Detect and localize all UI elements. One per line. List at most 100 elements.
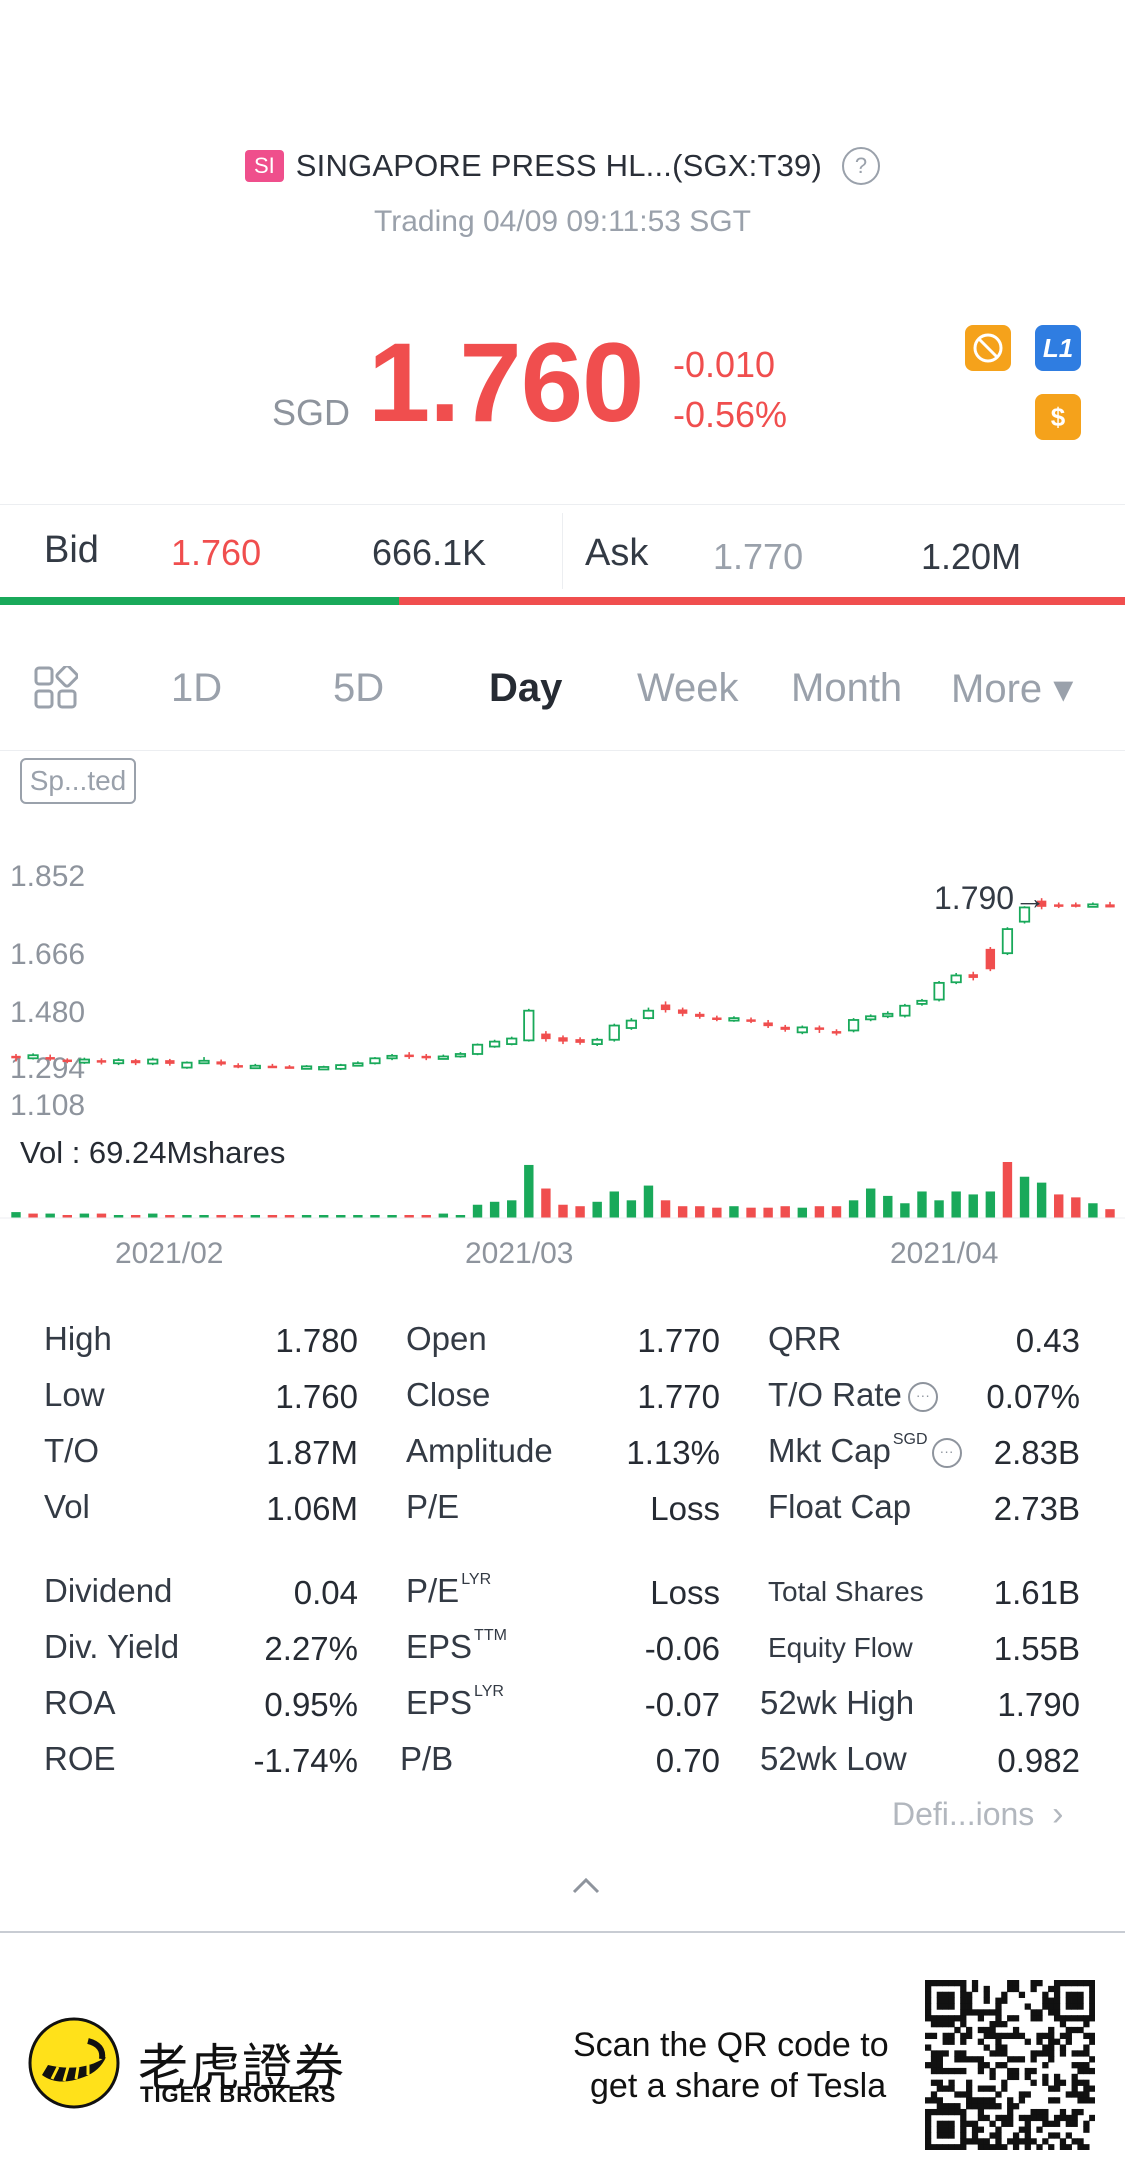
stat-label: EPS TTM — [406, 1627, 507, 1666]
candle-body — [541, 1033, 551, 1040]
volume-bar — [780, 1206, 790, 1218]
stat-superscript: TTM — [474, 1627, 507, 1644]
qr-module — [989, 2097, 996, 2104]
qr-module — [960, 2003, 967, 2010]
qr-module — [930, 1980, 938, 1987]
qr-module — [977, 2144, 985, 2150]
candle-body — [814, 1027, 825, 1030]
candle-body — [96, 1060, 107, 1063]
qr-module — [936, 2062, 943, 2069]
qr-module — [925, 2009, 932, 2016]
qr-module — [977, 2038, 985, 2045]
candle-body — [404, 1054, 414, 1058]
volume-bar — [524, 1164, 534, 1218]
qr-module — [983, 2144, 990, 2150]
level1-badge[interactable]: L1 — [1035, 325, 1081, 371]
qr-module — [1036, 2038, 1043, 2045]
qr-module — [1036, 2114, 1043, 2122]
qr-module — [930, 2144, 938, 2150]
qr-module — [1018, 2091, 1026, 2098]
info-dots-icon[interactable]: ··· — [931, 1438, 962, 1469]
qr-module — [971, 2120, 979, 2127]
help-icon[interactable]: ? — [842, 147, 881, 185]
qr-module — [1036, 2009, 1043, 2016]
qr-module — [942, 2126, 949, 2133]
volume-bar — [968, 1194, 978, 1218]
qr-module — [1077, 1980, 1084, 1987]
bid-ask-divider — [562, 513, 563, 589]
qr-module — [971, 2009, 979, 2016]
stat-label: High — [44, 1320, 112, 1358]
qr-module — [1036, 2108, 1043, 2116]
tab-more[interactable]: More ▾ — [951, 666, 1073, 712]
qr-module — [1071, 2079, 1078, 2086]
volume-bar — [609, 1191, 619, 1218]
qr-module — [977, 2067, 985, 2075]
info-dots-icon[interactable]: ··· — [907, 1382, 938, 1413]
chevron-up-icon[interactable] — [568, 1868, 604, 1904]
last-price: 1.760 — [368, 320, 644, 445]
qr-module — [942, 2103, 949, 2110]
qr-module — [977, 2056, 985, 2063]
volume-bar — [831, 1206, 842, 1218]
qr-module — [995, 2062, 1002, 2069]
bid-ask-panel[interactable]: Bid 1.760 666.1K Ask 1.770 1.20M — [0, 505, 1125, 597]
qr-module — [942, 2085, 949, 2092]
tiger-logo-icon — [28, 2017, 120, 2109]
qr-module — [936, 1997, 943, 2004]
stat-label-text: Amplitude — [406, 1432, 553, 1469]
qr-module — [960, 2032, 967, 2040]
qr-module — [936, 1980, 943, 1987]
stat-label: QRR — [768, 1320, 841, 1358]
stat-superscript: LYR — [474, 1683, 504, 1700]
qr-module — [954, 2144, 961, 2150]
stat-value: 0.43 — [1015, 1322, 1080, 1359]
qr-module — [977, 2114, 985, 2122]
qr-module — [954, 2091, 961, 2098]
qr-module — [948, 2103, 955, 2110]
tab-5d[interactable]: 5D — [333, 666, 384, 711]
qr-module — [1036, 2144, 1043, 2150]
tab-1d[interactable]: 1D — [171, 666, 222, 711]
tab-month[interactable]: Month — [791, 666, 902, 711]
qr-module — [1030, 2015, 1037, 2022]
qr-module — [983, 1997, 990, 2004]
qr-module — [1077, 2003, 1084, 2010]
qr-module — [1007, 2015, 1014, 2022]
bid-price: 1.760 — [171, 532, 262, 573]
qr-module — [948, 2108, 955, 2116]
qr-module — [983, 1991, 990, 1998]
qr-module — [960, 2009, 967, 2016]
tab-week[interactable]: Week — [637, 666, 739, 711]
qr-module — [977, 2015, 985, 2022]
qr-module — [1053, 2085, 1061, 2092]
qr-module — [1059, 2114, 1067, 2122]
qr-module — [989, 2120, 996, 2127]
qr-module — [954, 2067, 961, 2075]
candle-body — [1105, 904, 1115, 908]
qr-module — [1065, 2120, 1072, 2127]
qr-module — [1012, 2138, 1020, 2145]
split-adjust-toggle[interactable]: Sp...ted — [20, 758, 136, 804]
qr-module — [1042, 2032, 1049, 2040]
qr-module — [925, 2015, 932, 2022]
definitions-link[interactable]: Defi...ions › — [892, 1795, 1063, 1834]
qr-code[interactable] — [925, 1980, 1095, 2150]
candle-body — [523, 1009, 535, 1042]
qr-module — [1007, 2056, 1014, 2063]
qr-module — [930, 2050, 938, 2057]
dollar-badge[interactable]: $ — [1035, 394, 1081, 440]
no-short-icon[interactable] — [965, 325, 1011, 371]
change-amount: -0.010 — [673, 344, 776, 385]
candle-body — [216, 1061, 226, 1065]
candle-body — [899, 1004, 911, 1017]
candle-body — [625, 1019, 637, 1029]
qr-module — [977, 2009, 985, 2016]
qr-module — [1012, 2103, 1020, 2110]
qr-module — [925, 2108, 932, 2116]
tab-day[interactable]: Day — [489, 666, 562, 711]
chart-layout-icon[interactable] — [34, 666, 78, 710]
qr-module — [930, 2021, 938, 2028]
qr-module — [960, 2108, 967, 2116]
volume-bar — [1105, 1209, 1115, 1218]
